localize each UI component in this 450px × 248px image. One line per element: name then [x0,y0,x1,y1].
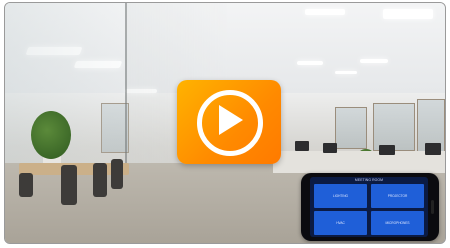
monitor [379,145,395,155]
monitor [323,143,337,153]
ceiling-light [335,71,357,74]
ceiling-light [297,61,323,65]
smartphone-control-app: MEETING ROOM LIGHTING PROJECTOR HVAC MIC… [301,173,439,241]
chair [111,159,123,189]
hvac-button[interactable]: HVAC [314,211,367,235]
phone-notch [431,200,434,214]
projector-button[interactable]: PROJECTOR [371,184,424,208]
window [335,107,367,149]
monitor [425,143,441,155]
chair [19,173,33,197]
office-desk [273,151,445,173]
play-button[interactable] [177,80,281,164]
microphones-button[interactable]: MICROPHONES [371,211,424,235]
ceiling-light [383,9,433,19]
play-icon [219,105,243,135]
plant [31,111,71,159]
lighting-button[interactable]: LIGHTING [314,184,367,208]
phone-screen: MEETING ROOM LIGHTING PROJECTOR HVAC MIC… [310,177,428,237]
window [373,103,415,151]
phone-app-title: MEETING ROOM [354,178,384,182]
monitor [295,141,309,151]
ceiling-light [305,9,345,15]
chair [61,165,77,205]
chair [93,163,107,197]
ceiling-light [360,59,388,63]
video-thumbnail[interactable]: MEETING ROOM LIGHTING PROJECTOR HVAC MIC… [4,2,446,244]
